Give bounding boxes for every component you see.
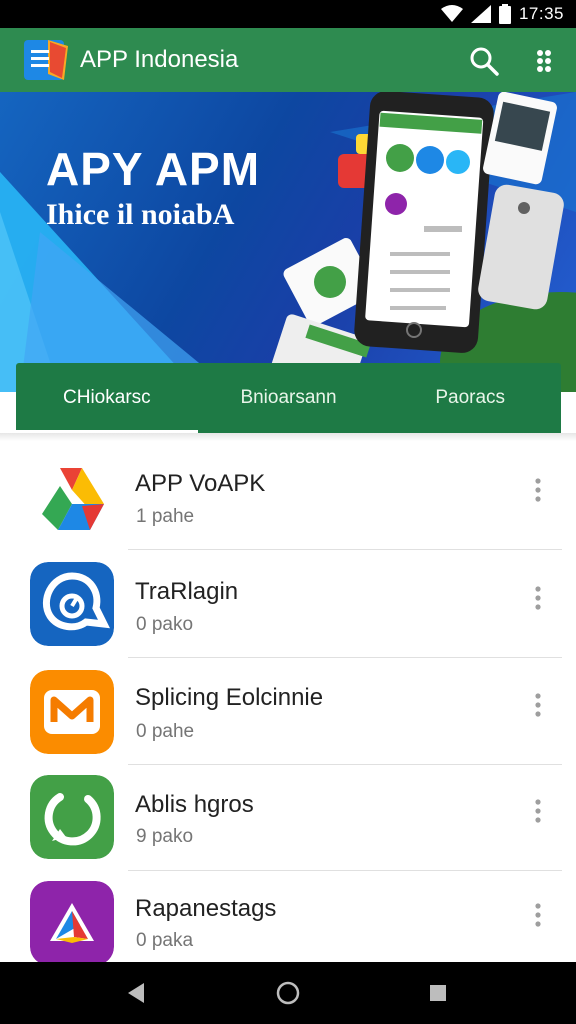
tab-1-label: CHiokarsc	[63, 387, 151, 408]
list-item[interactable]: Splicing Eolcinnie 0 pahe	[0, 658, 576, 765]
home-icon[interactable]	[274, 979, 302, 1007]
more-vert-icon[interactable]	[532, 45, 556, 77]
tab-2-label: Bnioarsann	[240, 387, 337, 408]
overflow-menu-icon[interactable]	[530, 585, 546, 611]
overflow-menu-icon[interactable]	[530, 902, 546, 928]
search-icon[interactable]	[468, 45, 500, 77]
recents-icon[interactable]	[424, 979, 452, 1007]
back-icon[interactable]	[122, 979, 150, 1007]
tab-3[interactable]: Paoracs	[379, 363, 561, 433]
app-name: APP VoAPK	[135, 470, 266, 497]
wifi-icon	[440, 5, 463, 22]
tab-bar: CHiokarsc Bnioarsann Paoracs	[16, 363, 561, 433]
list-item[interactable]: APP VoAPK 1 pahe	[0, 440, 576, 550]
banner-subtitle: Ihice il noiabA	[46, 198, 235, 231]
app-name: Splicing Eolcinnie	[135, 684, 324, 711]
list-item[interactable]: Ablis hgros 9 pako	[0, 765, 576, 872]
list-item[interactable]: TraRlagin 0 pako	[0, 550, 576, 658]
overflow-menu-icon[interactable]	[530, 692, 546, 718]
app-name: Ablis hgros	[135, 791, 254, 818]
menu-logo-icon[interactable]	[24, 40, 68, 82]
app-name: TraRlagin	[135, 578, 239, 605]
app-subtitle: 1 pahe	[136, 506, 195, 527]
banner-title: APY APM	[46, 143, 261, 195]
app-title: APP Indonesia	[80, 46, 239, 73]
tab-2[interactable]: Bnioarsann	[198, 363, 380, 433]
signal-icon	[470, 5, 491, 23]
overflow-menu-icon[interactable]	[530, 798, 546, 824]
promo-banner[interactable]: APY APM Ihice il noiabA	[0, 92, 576, 392]
purple-play-icon	[30, 881, 114, 962]
orange-mail-icon	[30, 670, 114, 754]
battery-icon	[498, 4, 511, 24]
app-subtitle: 9 pako	[136, 826, 194, 847]
overflow-menu-icon[interactable]	[530, 477, 546, 503]
green-whatsapp-like-icon	[30, 775, 114, 859]
app-name: Rapanestags	[135, 895, 277, 922]
status-time: 17:35	[518, 4, 564, 23]
banner-artwork	[0, 92, 576, 392]
app-bar: APP Indonesia	[0, 28, 576, 92]
app-list: APP VoAPK 1 pahe TraRlagin 0 pako Splici…	[0, 440, 576, 962]
app-subtitle: 0 paka	[136, 930, 194, 951]
tab-1[interactable]: CHiokarsc	[16, 363, 198, 433]
blue-clock-app-icon	[30, 562, 114, 646]
app-subtitle: 0 pahe	[136, 721, 195, 742]
google-drive-like-icon	[30, 458, 114, 542]
list-item[interactable]: Rapanestags 0 paka	[0, 871, 576, 962]
tab-3-label: Paoracs	[435, 387, 506, 408]
app-subtitle: 0 pako	[136, 614, 194, 635]
status-bar: 17:35	[0, 0, 576, 28]
system-nav-bar	[0, 962, 576, 1024]
